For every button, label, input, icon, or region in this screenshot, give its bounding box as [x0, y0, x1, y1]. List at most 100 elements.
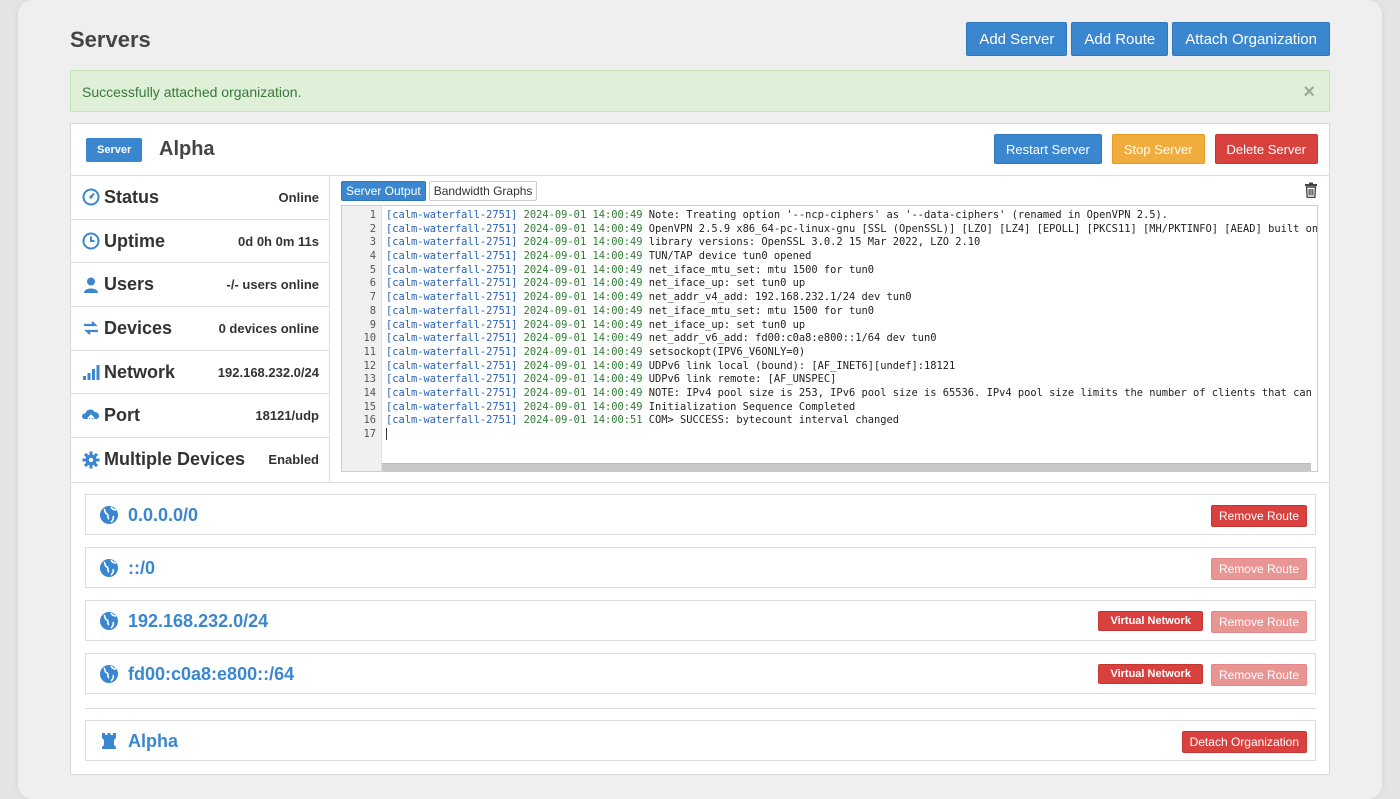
- status-item-multiple-devices: Multiple Devices Enabled: [71, 438, 329, 482]
- line-text: [calm-waterfall-2751] 2024-09-01 14:00:4…: [386, 291, 912, 305]
- virtual-network-badge: Virtual Network: [1098, 664, 1203, 684]
- log-host: [calm-waterfall-2751]: [386, 277, 518, 290]
- status-item-network: Network 192.168.232.0/24: [71, 351, 329, 395]
- log-message: COM> SUCCESS: bytecount interval changed: [648, 414, 899, 427]
- console-line: 15 [calm-waterfall-2751] 2024-09-01 14:00…: [342, 401, 1317, 415]
- log-timestamp: 2024-09-01 14:00:49: [523, 277, 643, 290]
- line-number: 9: [369, 318, 376, 331]
- route-item: 0.0.0.0/0 Remove Route: [85, 494, 1316, 535]
- line-text: [calm-waterfall-2751] 2024-09-01 14:00:4…: [386, 277, 805, 291]
- restart-server-button[interactable]: Restart Server: [994, 134, 1102, 164]
- attach-organization-button[interactable]: Attach Organization: [1172, 22, 1330, 56]
- devices-label: Devices: [104, 317, 173, 338]
- globe-icon: [99, 611, 119, 631]
- console-line: 12 [calm-waterfall-2751] 2024-09-01 14:00…: [342, 360, 1317, 374]
- organization-item: Alpha Detach Organization: [85, 720, 1316, 761]
- line-number: 17: [363, 428, 376, 440]
- log-message: net_iface_up: set tun0 up: [648, 277, 806, 290]
- status-item-users: Users -/- users online: [71, 263, 329, 308]
- log-host: [calm-waterfall-2751]: [386, 332, 518, 345]
- console-line: 10 [calm-waterfall-2751] 2024-09-01 14:00…: [342, 332, 1317, 346]
- line-number: 2: [369, 222, 376, 235]
- status-item-port: Port 18121/udp: [71, 394, 329, 439]
- remove-route-button-disabled[interactable]: Remove Route: [1210, 664, 1307, 686]
- status-item-devices: Devices 0 devices online: [71, 307, 329, 351]
- globe-icon: [99, 664, 119, 684]
- line-number: 13: [363, 373, 376, 386]
- console-line: 17: [342, 428, 1317, 442]
- add-route-button[interactable]: Add Route: [1071, 22, 1169, 56]
- success-alert: Successfully attached organization. ×: [70, 70, 1330, 112]
- log-host: [calm-waterfall-2751]: [386, 318, 518, 331]
- log-host: [calm-waterfall-2751]: [386, 345, 518, 358]
- horizontal-scrollbar[interactable]: [382, 463, 1311, 471]
- globe-icon: [99, 505, 119, 525]
- route-network: fd00:c0a8:e800::/64: [128, 664, 295, 684]
- page-header: Servers Add Server Add Route Attach Orga…: [70, 22, 1330, 58]
- close-icon[interactable]: ×: [1303, 82, 1315, 102]
- status-label: Status: [104, 186, 160, 207]
- log-host: [calm-waterfall-2751]: [386, 400, 518, 413]
- log-message: net_iface_mtu_set: mtu 1500 for tun0: [648, 263, 874, 276]
- log-message: Initialization Sequence Completed: [648, 400, 856, 413]
- user-icon: [81, 275, 101, 295]
- trash-icon[interactable]: [1304, 182, 1318, 199]
- server-panel: Server Alpha Restart Server Stop Server …: [70, 123, 1330, 775]
- console-line: 6 [calm-waterfall-2751] 2024-09-01 14:00:…: [342, 277, 1317, 291]
- tab-bandwidth-graphs[interactable]: Bandwidth Graphs: [428, 181, 538, 201]
- port-value: 18121/udp: [255, 408, 319, 424]
- console-line: 3 [calm-waterfall-2751] 2024-09-01 14:00:…: [342, 236, 1317, 250]
- log-host: [calm-waterfall-2751]: [386, 386, 518, 399]
- line-number: 5: [369, 263, 376, 276]
- uptime-value: 0d 0h 0m 11s: [238, 233, 319, 249]
- status-value: Online: [278, 189, 319, 205]
- log-timestamp: 2024-09-01 14:00:49: [523, 332, 643, 345]
- remove-route-button-disabled[interactable]: Remove Route: [1210, 611, 1307, 633]
- remove-route-button-disabled[interactable]: Remove Route: [1210, 558, 1307, 580]
- detach-organization-button[interactable]: Detach Organization: [1181, 731, 1307, 753]
- log-host: [calm-waterfall-2751]: [386, 373, 518, 386]
- route-item: 192.168.232.0/24 Virtual Network Remove …: [85, 600, 1316, 641]
- log-host: [calm-waterfall-2751]: [386, 414, 518, 427]
- line-number: 15: [363, 400, 376, 413]
- organization-actions: Detach Organization: [1181, 731, 1307, 753]
- globe-icon: [99, 558, 119, 578]
- log-timestamp: 2024-09-01 14:00:49: [523, 222, 643, 235]
- alert-message: Successfully attached organization.: [82, 84, 302, 100]
- remove-route-button[interactable]: Remove Route: [1210, 505, 1307, 527]
- port-label: Port: [104, 405, 140, 426]
- line-text: [calm-waterfall-2751] 2024-09-01 14:00:4…: [386, 305, 874, 319]
- line-number: 3: [369, 236, 376, 249]
- log-host: [calm-waterfall-2751]: [386, 250, 518, 263]
- stop-server-button[interactable]: Stop Server: [1111, 134, 1205, 164]
- line-number: 7: [369, 291, 376, 304]
- log-message: UDPv6 link remote: [AF_UNSPEC]: [648, 373, 837, 386]
- log-timestamp: 2024-09-01 14:00:49: [523, 250, 643, 263]
- line-text: [386, 428, 387, 442]
- console-line: 16 [calm-waterfall-2751] 2024-09-01 14:00…: [342, 414, 1317, 428]
- log-host: [calm-waterfall-2751]: [386, 236, 518, 249]
- route-network: ::/0: [128, 558, 155, 578]
- uptime-label: Uptime: [104, 230, 166, 251]
- console-line: 1 [calm-waterfall-2751] 2024-09-01 14:00:…: [342, 209, 1317, 223]
- network-value: 192.168.232.0/24: [217, 364, 319, 380]
- log-message: net_iface_mtu_set: mtu 1500 for tun0: [648, 304, 874, 317]
- line-text: [calm-waterfall-2751] 2024-09-01 14:00:4…: [386, 386, 1317, 401]
- route-actions: Virtual Network Remove Route: [1098, 664, 1307, 686]
- users-label: Users: [104, 274, 155, 295]
- route-network: 0.0.0.0/0: [128, 505, 199, 525]
- multiple-devices-label: Multiple Devices: [104, 449, 246, 470]
- cloud-upload-icon: [81, 406, 101, 426]
- tab-server-output[interactable]: Server Output: [341, 181, 426, 201]
- log-message: library versions: OpenSSL 3.0.2 15 Mar 2…: [648, 236, 981, 249]
- add-server-button[interactable]: Add Server: [966, 22, 1068, 56]
- log-timestamp: 2024-09-01 14:00:49: [523, 318, 643, 331]
- server-output-console[interactable]: 1 [calm-waterfall-2751] 2024-09-01 14:00:…: [341, 205, 1318, 472]
- log-host: [calm-waterfall-2751]: [386, 359, 518, 372]
- console-line: 5 [calm-waterfall-2751] 2024-09-01 14:00:…: [342, 264, 1317, 278]
- delete-server-button[interactable]: Delete Server: [1214, 134, 1318, 164]
- log-timestamp: 2024-09-01 14:00:49: [523, 400, 643, 413]
- console-line: 9 [calm-waterfall-2751] 2024-09-01 14:00:…: [342, 319, 1317, 333]
- line-text: [calm-waterfall-2751] 2024-09-01 14:00:4…: [386, 222, 1317, 237]
- line-text: [calm-waterfall-2751] 2024-09-01 14:00:4…: [386, 360, 955, 374]
